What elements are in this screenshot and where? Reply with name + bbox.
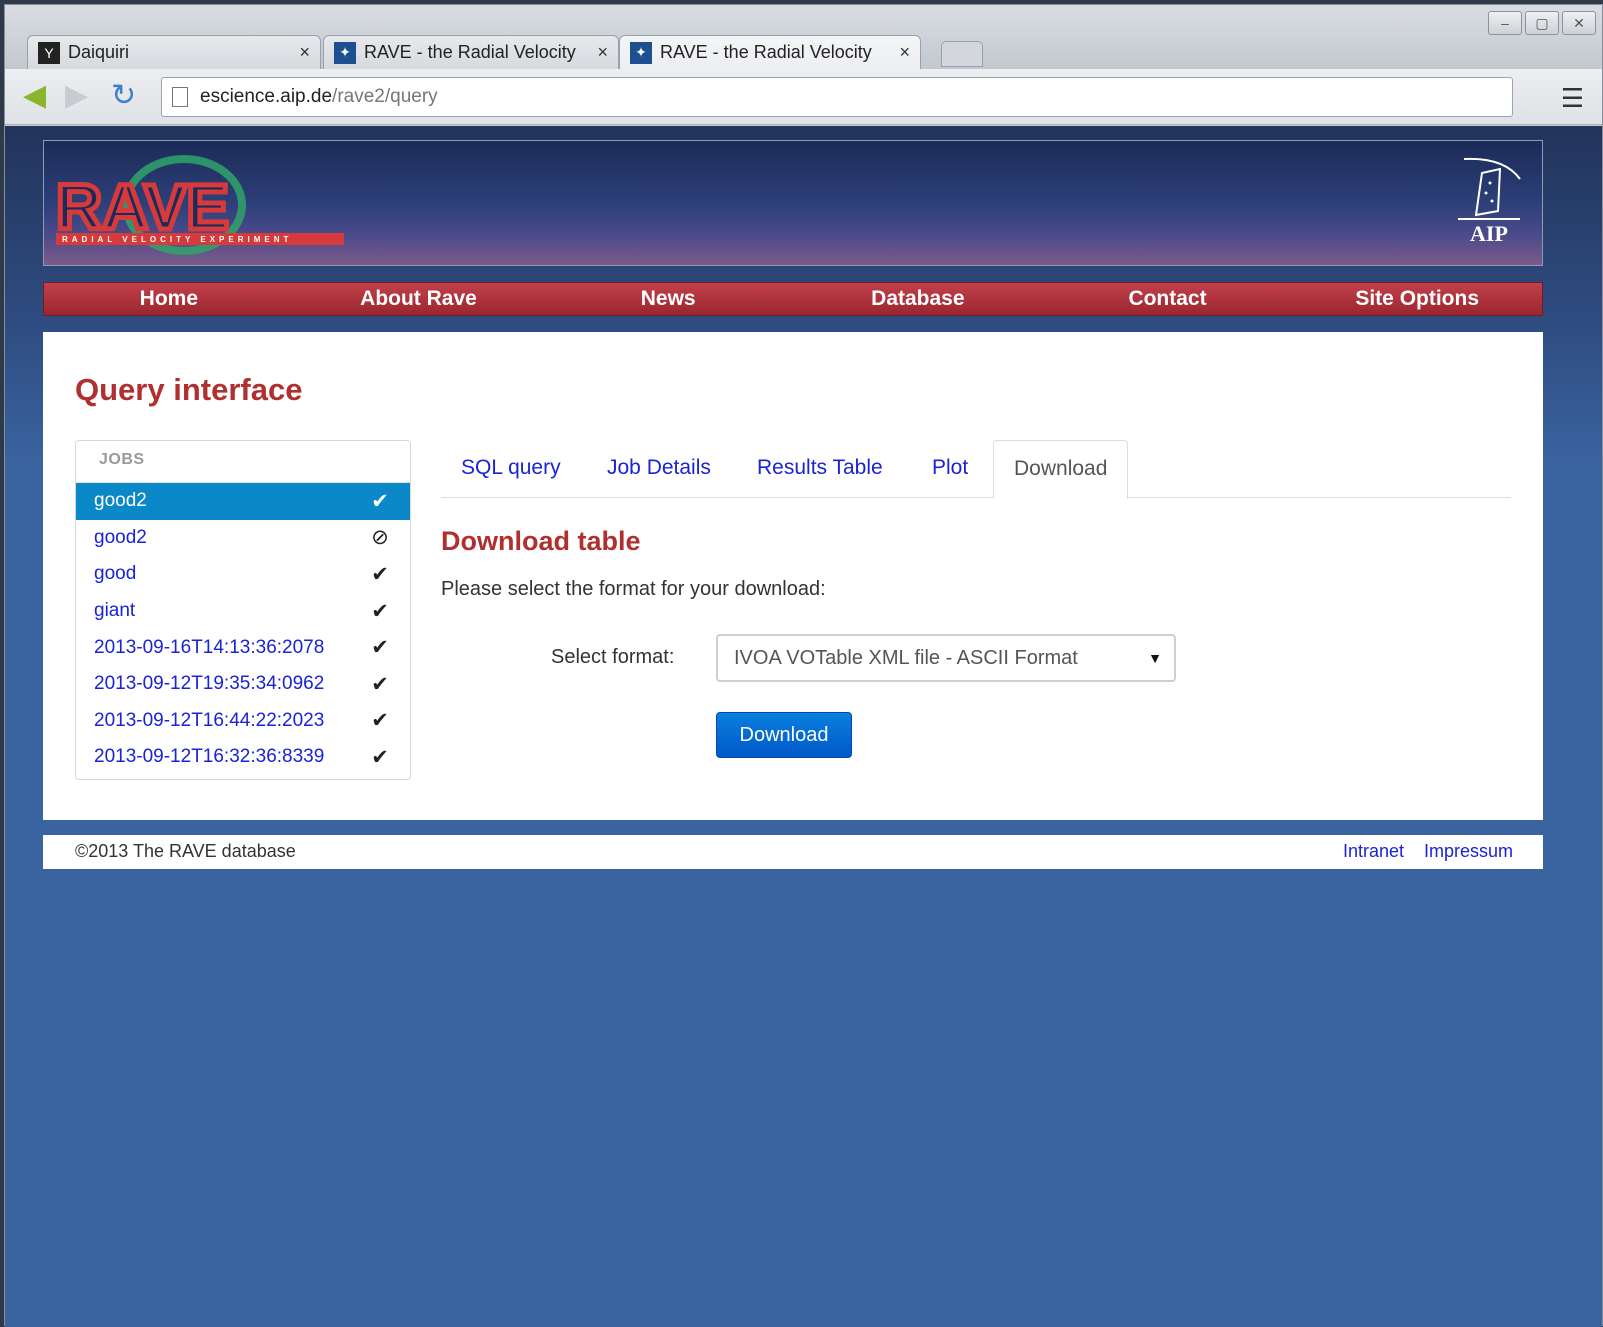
daiquiri-icon: Y	[38, 41, 60, 64]
copyright: ©2013 The RAVE database	[75, 841, 296, 861]
nav-home[interactable]: Home	[44, 283, 294, 315]
tab-strip: Y Daiquiri × ✦ RAVE - the Radial Velocit…	[5, 5, 1602, 69]
page-title: Query interface	[75, 372, 303, 407]
web-page: RAVE RADIAL VELOCITY EXPERIMENT AIP Home…	[5, 126, 1602, 1327]
minimize-icon[interactable]: –	[1488, 11, 1522, 35]
nav-news[interactable]: News	[543, 283, 793, 315]
query-tabs: SQL query Job Details Results Table Plot…	[441, 440, 1511, 499]
reload-icon[interactable]: ↻	[111, 81, 136, 111]
logo-wordmark: RAVE	[56, 171, 229, 243]
telescope-icon	[1458, 157, 1521, 220]
menu-icon[interactable]: ☰	[1561, 83, 1584, 114]
job-item[interactable]: 2013-09-12T16:32:36:8339 ✔	[76, 739, 410, 776]
nav-contact[interactable]: Contact	[1043, 283, 1293, 315]
close-icon[interactable]: ×	[899, 42, 910, 63]
check-icon: ✔	[371, 672, 389, 696]
close-icon[interactable]: ×	[597, 42, 608, 63]
job-item[interactable]: good2 ⊘	[76, 520, 410, 557]
format-label: Select format:	[551, 646, 675, 668]
main-navigation: Home About Rave News Database Contact Si…	[43, 282, 1543, 316]
job-item[interactable]: 2013-09-12T19:35:34:0962 ✔	[76, 666, 410, 703]
download-button[interactable]: Download	[716, 712, 852, 758]
job-name: 2013-09-16T14:13:36:2078	[94, 636, 325, 658]
job-item[interactable]: good2 ✔	[76, 483, 410, 520]
rave-icon: ✦	[630, 41, 652, 64]
tab-plot[interactable]: Plot	[912, 440, 988, 498]
check-icon: ✔	[371, 636, 389, 660]
job-name: giant	[94, 600, 136, 622]
job-item[interactable]: giant ✔	[76, 593, 410, 630]
nav-about-rave[interactable]: About Rave	[294, 283, 544, 315]
job-item[interactable]: 2013-09-12T16:44:22:2023 ✔	[76, 703, 410, 740]
link-intranet[interactable]: Intranet	[1343, 841, 1404, 862]
forward-arrow-icon[interactable]: ▶	[65, 81, 88, 111]
nav-database[interactable]: Database	[793, 283, 1043, 315]
browser-tab-title: Daiquiri	[68, 42, 130, 62]
rave-icon: ✦	[334, 41, 356, 64]
jobs-header: JOBS	[76, 441, 410, 483]
browser-tab-title: RAVE - the Radial Velocity	[660, 42, 872, 62]
job-name: good	[94, 563, 137, 585]
check-icon: ✔	[371, 745, 389, 769]
dropdown-arrow-icon: ▼	[1148, 650, 1162, 666]
job-name: good2	[94, 526, 147, 548]
job-name: 2013-09-12T16:44:22:2023	[94, 709, 325, 731]
format-select-value: IVOA VOTable XML file - ASCII Format	[734, 647, 1078, 669]
tab-job-details[interactable]: Job Details	[587, 440, 731, 498]
page-icon	[172, 87, 188, 107]
footer-links: Intranet Impressum	[1343, 841, 1513, 862]
window-controls: – ▢ ✕	[1488, 11, 1596, 35]
browser-tab-daiquiri[interactable]: Y Daiquiri ×	[27, 35, 321, 69]
address-bar[interactable]: escience.aip.de/rave2/query	[161, 77, 1513, 117]
aip-logo[interactable]: AIP	[1454, 153, 1524, 253]
site-banner: RAVE RADIAL VELOCITY EXPERIMENT AIP	[43, 140, 1543, 266]
rave-logo[interactable]: RAVE RADIAL VELOCITY EXPERIMENT	[56, 155, 346, 255]
maximize-icon[interactable]: ▢	[1525, 11, 1559, 35]
tab-download[interactable]: Download	[993, 440, 1129, 499]
download-title: Download table	[441, 526, 641, 556]
browser-tab-rave[interactable]: ✦ RAVE - the Radial Velocity ×	[323, 35, 619, 69]
nav-site-options[interactable]: Site Options	[1292, 283, 1542, 315]
tab-results-table[interactable]: Results Table	[737, 440, 903, 498]
logo-subtext: RADIAL VELOCITY EXPERIMENT	[62, 235, 292, 244]
job-item[interactable]: good ✔	[76, 556, 410, 593]
jobs-panel: JOBS good2 ✔ good2 ⊘ good ✔ giant ✔ 2013…	[75, 440, 411, 780]
back-arrow-icon[interactable]: ◀	[23, 81, 46, 111]
aip-label: AIP	[1470, 221, 1508, 246]
download-description: Please select the format for your downlo…	[441, 578, 826, 600]
url-path: /rave2/query	[332, 86, 438, 107]
job-name: 2013-09-12T16:32:36:8339	[94, 746, 325, 768]
job-name: 2013-09-12T19:35:34:0962	[94, 673, 325, 695]
browser-window: Y Daiquiri × ✦ RAVE - the Radial Velocit…	[4, 4, 1603, 1327]
check-icon: ✔	[371, 599, 389, 623]
tab-sql-query[interactable]: SQL query	[441, 440, 581, 498]
content-panel: Query interface JOBS good2 ✔ good2 ⊘ goo…	[43, 332, 1543, 820]
browser-toolbar: ◀ ▶ ↻ escience.aip.de/rave2/query ☰	[5, 69, 1602, 125]
site-footer: ©2013 The RAVE database Intranet Impress…	[43, 835, 1543, 869]
job-name: good2	[94, 490, 147, 512]
close-window-icon[interactable]: ✕	[1562, 11, 1596, 35]
new-tab-button[interactable]	[941, 41, 983, 67]
error-icon: ⊘	[371, 526, 389, 550]
link-impressum[interactable]: Impressum	[1424, 841, 1513, 862]
check-icon: ✔	[371, 562, 389, 586]
check-icon: ✔	[371, 489, 389, 513]
url-host: escience.aip.de	[200, 86, 333, 107]
browser-tab-title: RAVE - the Radial Velocity	[364, 42, 576, 62]
close-icon[interactable]: ×	[299, 42, 310, 63]
format-select[interactable]: IVOA VOTable XML file - ASCII Format ▼	[716, 634, 1176, 682]
browser-tab-rave-active[interactable]: ✦ RAVE - the Radial Velocity ×	[619, 35, 921, 69]
check-icon: ✔	[371, 709, 389, 733]
job-item[interactable]: 2013-09-16T14:13:36:2078 ✔	[76, 629, 410, 666]
